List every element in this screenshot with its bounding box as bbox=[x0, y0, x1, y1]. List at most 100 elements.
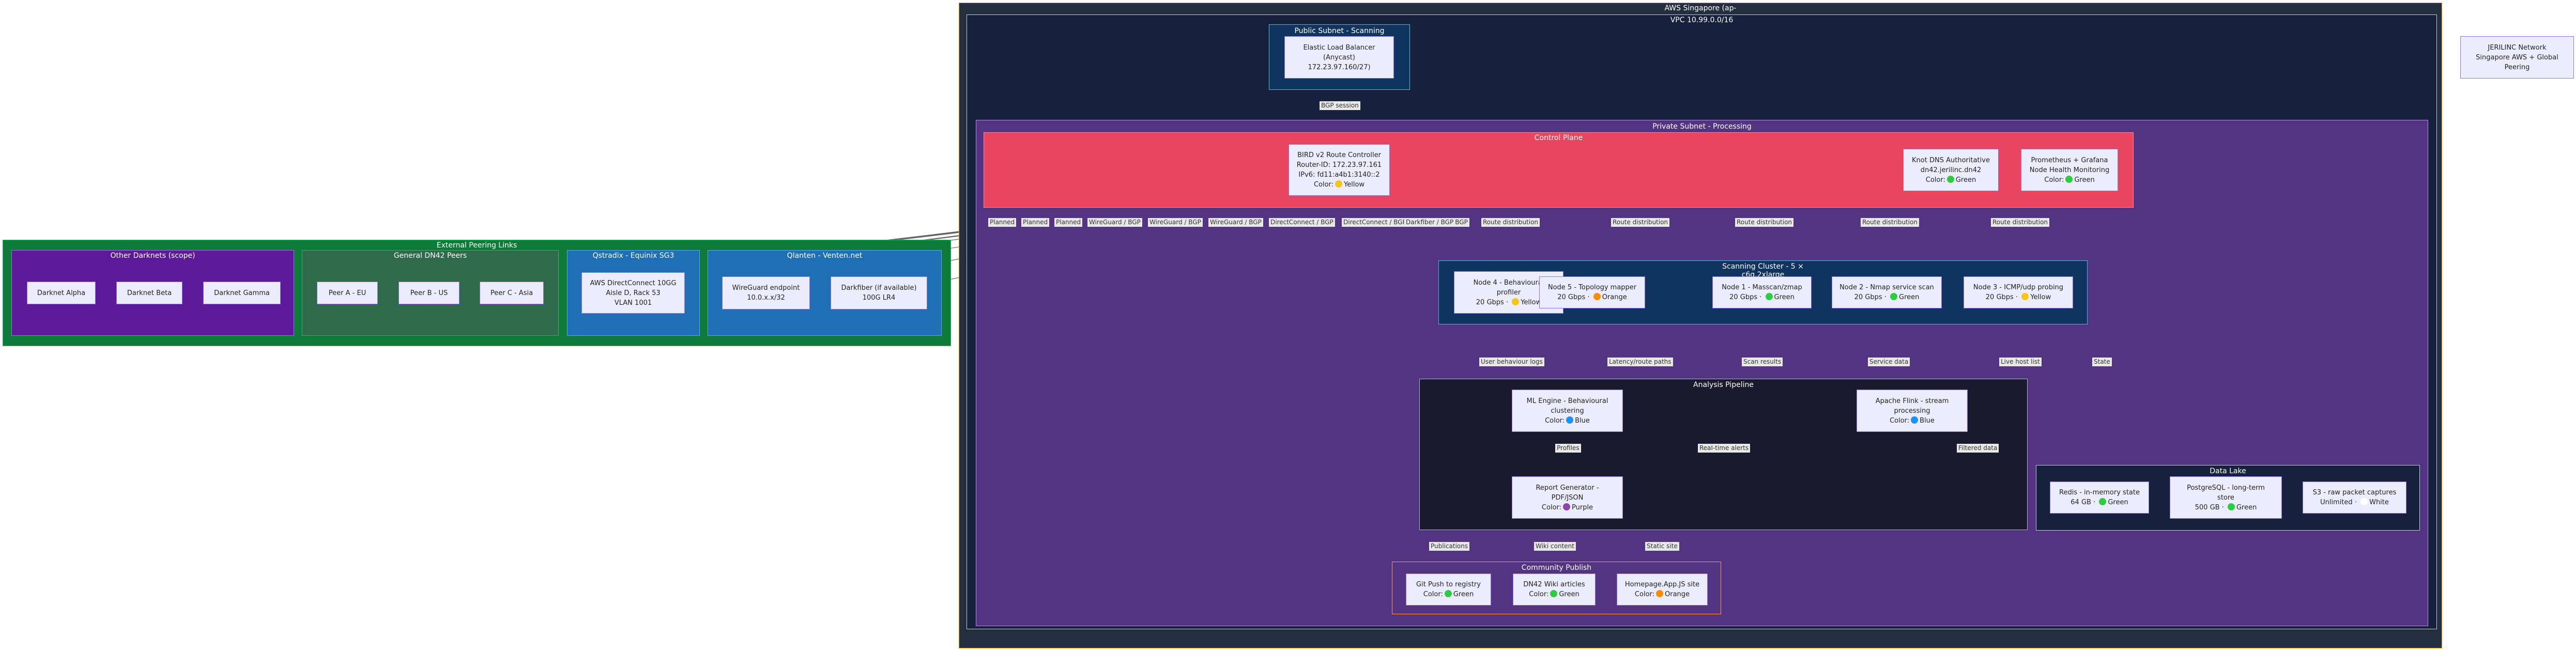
dx-line: VLAN 1001 bbox=[614, 299, 652, 307]
dx-line: Aisle D, Rack 53 bbox=[606, 289, 661, 297]
knot-line: Knot DNS Authoritative bbox=[1912, 156, 1990, 164]
bird-router-node[interactable]: BIRD v2 Route Controller Router-ID: 172.… bbox=[1289, 144, 1390, 196]
s3-color: White bbox=[2369, 499, 2389, 506]
green-dot-icon bbox=[1550, 590, 1558, 597]
aws-region-title: AWS Singapore (ap- bbox=[1664, 4, 1737, 12]
edge-label-realtime: Real-time alerts bbox=[1698, 444, 1751, 453]
edge-label-profiles: Profiles bbox=[1555, 444, 1581, 453]
report-color: Purple bbox=[1572, 503, 1593, 511]
edge-label-wiki-content: Wiki content bbox=[1534, 542, 1576, 551]
flink-node[interactable]: Apache Flink - stream processing Color: B… bbox=[1857, 390, 1968, 432]
beta-label: Darknet Beta bbox=[127, 289, 172, 297]
legend-node: JERILINC Network Singapore AWS + Global … bbox=[2460, 36, 2574, 79]
private-subnet-title: Private Subnet - Processing bbox=[1652, 122, 1752, 131]
directconnect-node[interactable]: AWS DirectConnect 10GG Aisle D, Rack 53 … bbox=[581, 272, 685, 314]
green-dot-icon bbox=[1765, 293, 1773, 300]
edge-label-wireguard-bgp: WireGuard / BGP bbox=[1208, 218, 1263, 227]
knot-dns-node[interactable]: Knot DNS Authoritative dn42.jerilinc.dn4… bbox=[1903, 149, 1999, 191]
darknet-alpha-node[interactable]: Darknet Alpha bbox=[27, 282, 96, 304]
node2-rate: 20 Gbps bbox=[1854, 293, 1882, 301]
color-word: Color: bbox=[1925, 176, 1945, 184]
knot-color: Green bbox=[1955, 176, 1976, 184]
report-generator-node[interactable]: Report Generator - PDF/JSON Color: Purple bbox=[1512, 476, 1623, 519]
node5-rate: 20 Gbps bbox=[1557, 293, 1586, 301]
edge-label-planned: Planned bbox=[1021, 218, 1050, 227]
peer-c-node[interactable]: Peer C - Asia bbox=[480, 282, 544, 304]
public-subnet-title: Public Subnet - Scanning bbox=[1294, 27, 1385, 35]
color-word: Color: bbox=[1529, 591, 1549, 598]
git-push-node[interactable]: Git Push to registry Color: Green bbox=[1406, 573, 1491, 606]
node1-rate: 20 Gbps bbox=[1729, 293, 1758, 301]
redis-node[interactable]: Redis - in-memory state 64 GB · Green bbox=[2050, 482, 2149, 514]
edge-label-publications: Publications bbox=[1429, 542, 1470, 551]
prometheus-node[interactable]: Prometheus + Grafana Node Health Monitor… bbox=[2021, 149, 2118, 191]
vpc-title: VPC 10.99.0.0/16 bbox=[1670, 16, 1734, 24]
redis-size: 64 GB bbox=[2071, 499, 2091, 506]
green-dot-icon bbox=[2227, 503, 2235, 510]
postgresql-node[interactable]: PostgreSQL - long-term store 500 GB · Gr… bbox=[2170, 476, 2282, 519]
bird-color: Yellow bbox=[1344, 181, 1365, 189]
node4-rate: 20 Gbps bbox=[1476, 298, 1504, 306]
prom-color: Green bbox=[2074, 176, 2095, 184]
elb-line: 172.23.97.160/27) bbox=[1308, 63, 1371, 71]
node1-masscan[interactable]: Node 1 - Masscan/zmap 20 Gbps · Green bbox=[1712, 276, 1812, 308]
legend-line: JERILINC Network bbox=[2488, 43, 2547, 52]
report-line: PDF/JSON bbox=[1551, 493, 1584, 502]
blue-dot-icon bbox=[1911, 416, 1919, 424]
yellow-dot-icon bbox=[1512, 298, 1520, 305]
purple-dot-icon bbox=[1563, 503, 1571, 510]
color-word: Color: bbox=[1423, 591, 1443, 598]
ml-color: Blue bbox=[1575, 416, 1590, 425]
edge-label-live-host: Live host list bbox=[1999, 358, 2042, 366]
edge-label-user-behaviour: User behaviour logs bbox=[1479, 358, 1544, 366]
darknet-gamma-node[interactable]: Darknet Gamma bbox=[203, 282, 281, 304]
ml-line: clustering bbox=[1551, 407, 1584, 415]
node5-topology[interactable]: Node 5 - Topology mapper 20 Gbps · Orang… bbox=[1539, 276, 1645, 308]
peer-b-node[interactable]: Peer B - US bbox=[398, 282, 459, 304]
pg-color: Green bbox=[2236, 503, 2257, 511]
edge-label-route-distribution: Route distribution bbox=[1861, 218, 1920, 227]
peer-a-node[interactable]: Peer A - EU bbox=[317, 282, 378, 304]
green-dot-icon bbox=[1890, 293, 1898, 300]
redis-color: Green bbox=[2108, 499, 2128, 506]
homepage-color: Orange bbox=[1665, 591, 1690, 598]
peer-c-label: Peer C - Asia bbox=[490, 289, 533, 297]
edge-label-state: State bbox=[2092, 358, 2112, 366]
legend-line: Peering bbox=[2504, 63, 2530, 71]
color-word: Color: bbox=[1541, 503, 1562, 511]
flink-line: Apache Flink - stream bbox=[1875, 397, 1949, 405]
edge-label-bgp-session: BGP session bbox=[1320, 101, 1360, 110]
s3-line: S3 - raw packet captures bbox=[2312, 489, 2397, 496]
alpha-label: Darknet Alpha bbox=[37, 289, 86, 297]
analysis-title: Analysis Pipeline bbox=[1693, 381, 1754, 389]
wiki-node[interactable]: DN42 Wiki articles Color: Green bbox=[1513, 573, 1596, 606]
elb-node[interactable]: Elastic Load Balancer (Anycast) 172.23.9… bbox=[1284, 36, 1394, 79]
bird-line: Router-ID: 172.23.97.161 bbox=[1296, 161, 1382, 169]
flink-color: Blue bbox=[1920, 416, 1935, 425]
pg-size: 500 GB bbox=[2195, 503, 2220, 511]
edge-label-directconnect-bgp: DirectConnect / BGP bbox=[1269, 218, 1335, 227]
wiki-color: Green bbox=[1559, 591, 1580, 598]
orange-dot-icon bbox=[1593, 293, 1601, 300]
edge-label-darkfiber-bgp: Darkfiber / BGP bbox=[1404, 218, 1455, 227]
edge-label-wireguard-bgp: WireGuard / BGP bbox=[1087, 218, 1142, 227]
s3-node[interactable]: S3 - raw packet captures Unlimited · Whi… bbox=[2303, 482, 2406, 514]
df-line: 100G LR4 bbox=[862, 294, 896, 302]
node3-icmp[interactable]: Node 3 - ICMP/udp probing 20 Gbps · Yell… bbox=[1964, 276, 2073, 308]
green-dot-icon bbox=[1444, 590, 1452, 597]
edge-label-service-data: Service data bbox=[1868, 358, 1910, 366]
node4-color: Yellow bbox=[1521, 298, 1542, 306]
homepage-node[interactable]: Homepage.App.JS site Color: Orange bbox=[1617, 573, 1708, 606]
darknet-beta-node[interactable]: Darknet Beta bbox=[116, 282, 182, 304]
edge-label-route-distribution: Route distribution bbox=[1735, 218, 1794, 227]
ml-engine-node[interactable]: ML Engine - Behavioural clustering Color… bbox=[1512, 390, 1623, 432]
edge-label-planned: Planned bbox=[988, 218, 1017, 227]
green-dot-icon bbox=[2065, 175, 2073, 183]
node2-color: Green bbox=[1899, 293, 1920, 301]
wireguard-endpoint-node[interactable]: WireGuard endpoint 10.0.x.x/32 bbox=[722, 276, 810, 309]
node2-nmap[interactable]: Node 2 - Nmap service scan 20 Gbps · Gre… bbox=[1832, 276, 1942, 308]
wg-line: WireGuard endpoint bbox=[732, 284, 800, 292]
dn42-title: General DN42 Peers bbox=[393, 252, 467, 260]
darkfiber-node[interactable]: Darkfiber (if available) 100G LR4 bbox=[831, 276, 927, 309]
green-dot-icon bbox=[2099, 498, 2107, 505]
